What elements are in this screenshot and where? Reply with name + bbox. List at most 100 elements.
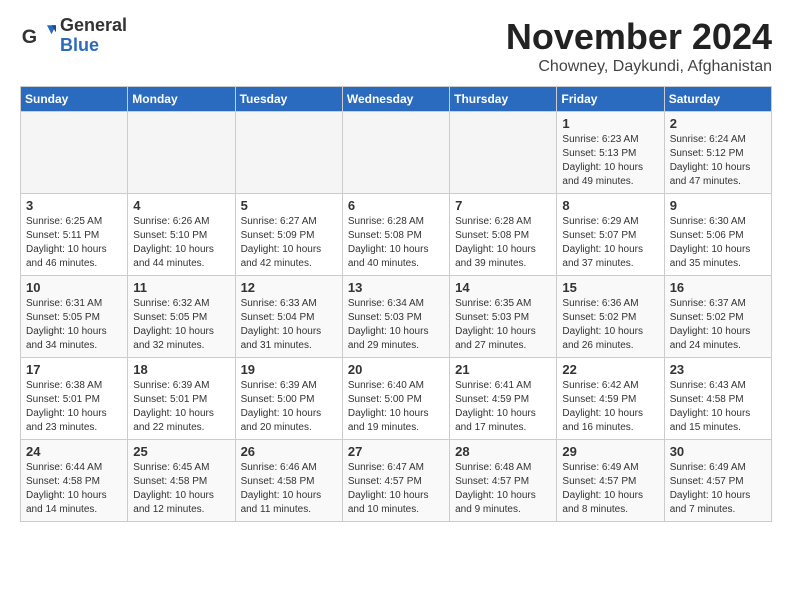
calendar-cell: 3Sunrise: 6:25 AMSunset: 5:11 PMDaylight… (21, 194, 128, 276)
day-info-line: Daylight: 10 hours (241, 325, 337, 339)
day-info: Sunrise: 6:28 AMSunset: 5:08 PMDaylight:… (455, 215, 551, 271)
day-info-line: Sunset: 5:07 PM (562, 229, 658, 243)
day-info-line: Sunrise: 6:32 AM (133, 297, 229, 311)
day-info-line: and 19 minutes. (348, 421, 444, 435)
day-info-line: Sunrise: 6:37 AM (670, 297, 766, 311)
calendar-cell: 24Sunrise: 6:44 AMSunset: 4:58 PMDayligh… (21, 440, 128, 522)
calendar-cell (21, 112, 128, 194)
day-number: 26 (241, 444, 337, 459)
day-number: 22 (562, 362, 658, 377)
day-info-line: Sunset: 5:13 PM (562, 147, 658, 161)
header: G General Blue November 2024 Chowney, Da… (20, 16, 772, 76)
day-info: Sunrise: 6:40 AMSunset: 5:00 PMDaylight:… (348, 379, 444, 435)
weekday-header-cell: Sunday (21, 87, 128, 112)
day-info-line: Daylight: 10 hours (562, 407, 658, 421)
day-info-line: Sunrise: 6:26 AM (133, 215, 229, 229)
day-info: Sunrise: 6:23 AMSunset: 5:13 PMDaylight:… (562, 133, 658, 189)
calendar-cell: 21Sunrise: 6:41 AMSunset: 4:59 PMDayligh… (450, 358, 557, 440)
title-area: November 2024 Chowney, Daykundi, Afghani… (506, 16, 772, 76)
calendar-cell: 23 Sunrise: 6:43 AMSunset: 4:58 PMDayligh… (664, 358, 771, 440)
day-info-line: Sunrise: 6:29 AM (562, 215, 658, 229)
day-info-line: Daylight: 10 hours (241, 489, 337, 503)
day-info: Sunrise: 6:47 AMSunset: 4:57 PMDaylight:… (348, 461, 444, 517)
day-info-line: and 31 minutes. (241, 339, 337, 353)
day-info-line: and 9 minutes. (455, 503, 551, 517)
day-info-line: Daylight: 10 hours (562, 489, 658, 503)
day-info-line: Daylight: 10 hours (562, 325, 658, 339)
day-info-line: Sunset: 5:08 PM (348, 229, 444, 243)
day-info: Sunrise: 6:34 AMSunset: 5:03 PMDaylight:… (348, 297, 444, 353)
day-info-line: Daylight: 10 hours (133, 243, 229, 257)
day-info: Sunrise: 6:27 AMSunset: 5:09 PMDaylight:… (241, 215, 337, 271)
day-info-line: Sunrise: 6:31 AM (26, 297, 122, 311)
calendar-cell: 14Sunrise: 6:35 AMSunset: 5:03 PMDayligh… (450, 276, 557, 358)
day-info: Sunrise: 6:41 AMSunset: 4:59 PMDaylight:… (455, 379, 551, 435)
day-info-line: Sunrise: 6:25 AM (26, 215, 122, 229)
calendar-cell: 13 Sunrise: 6:34 AMSunset: 5:03 PMDayligh… (342, 276, 449, 358)
day-info-line: Sunset: 5:00 PM (348, 393, 444, 407)
day-info-line: Sunset: 5:05 PM (26, 311, 122, 325)
day-info-line: Daylight: 10 hours (670, 161, 766, 175)
day-info-line: Sunrise: 6:39 AM (241, 379, 337, 393)
day-info-line: Sunrise: 6:36 AM (562, 297, 658, 311)
day-info: Sunrise: 6:44 AMSunset: 4:58 PMDaylight:… (26, 461, 122, 517)
calendar-cell: 4Sunrise: 6:26 AMSunset: 5:10 PMDaylight… (128, 194, 235, 276)
calendar-cell (450, 112, 557, 194)
day-info-line: Daylight: 10 hours (562, 243, 658, 257)
day-info-line: Sunset: 4:58 PM (26, 475, 122, 489)
day-info-line: Sunrise: 6:46 AM (241, 461, 337, 475)
calendar-week-row: 10Sunrise: 6:31 AMSunset: 5:05 PMDayligh… (21, 276, 772, 358)
day-info-line: Sunset: 4:58 PM (670, 393, 766, 407)
day-info-line: and 23 minutes. (26, 421, 122, 435)
day-info-line: and 27 minutes. (455, 339, 551, 353)
calendar-week-row: 24Sunrise: 6:44 AMSunset: 4:58 PMDayligh… (21, 440, 772, 522)
day-info-line: Sunset: 5:05 PM (133, 311, 229, 325)
day-info-line: and 40 minutes. (348, 257, 444, 271)
day-number: 8 (562, 198, 658, 213)
day-info-line: and 20 minutes. (241, 421, 337, 435)
day-info: Sunrise: 6:28 AMSunset: 5:08 PMDaylight:… (348, 215, 444, 271)
weekday-header-row: SundayMondayTuesdayWednesdayThursdayFrid… (21, 87, 772, 112)
day-info-line: Daylight: 10 hours (455, 243, 551, 257)
day-info: Sunrise: 6:29 AMSunset: 5:07 PMDaylight:… (562, 215, 658, 271)
calendar-cell (342, 112, 449, 194)
day-info-line: and 15 minutes. (670, 421, 766, 435)
logo: G General Blue (20, 16, 127, 56)
calendar-week-row: 17Sunrise: 6:38 AMSunset: 5:01 PMDayligh… (21, 358, 772, 440)
day-info: Sunrise: 6:30 AMSunset: 5:06 PMDaylight:… (670, 215, 766, 271)
day-info: Sunrise: 6:24 AMSunset: 5:12 PMDaylight:… (670, 133, 766, 189)
calendar-cell: 15Sunrise: 6:36 AMSunset: 5:02 PMDayligh… (557, 276, 664, 358)
day-info-line: Sunrise: 6:38 AM (26, 379, 122, 393)
day-info-line: Daylight: 10 hours (348, 489, 444, 503)
calendar-cell: 6Sunrise: 6:28 AMSunset: 5:08 PMDaylight… (342, 194, 449, 276)
calendar-cell: 2Sunrise: 6:24 AMSunset: 5:12 PMDaylight… (664, 112, 771, 194)
svg-text:G: G (22, 26, 37, 48)
day-info-line: Sunrise: 6:44 AM (26, 461, 122, 475)
logo-blue-text: Blue (60, 36, 127, 56)
weekday-header-cell: Saturday (664, 87, 771, 112)
day-number: 30 (670, 444, 766, 459)
day-info: Sunrise: 6:26 AMSunset: 5:10 PMDaylight:… (133, 215, 229, 271)
day-info: Sunrise: 6:49 AMSunset: 4:57 PMDaylight:… (670, 461, 766, 517)
day-info-line: and 32 minutes. (133, 339, 229, 353)
weekday-header-cell: Tuesday (235, 87, 342, 112)
day-info-line: and 29 minutes. (348, 339, 444, 353)
calendar-cell: 22Sunrise: 6:42 AMSunset: 4:59 PMDayligh… (557, 358, 664, 440)
day-info-line: and 17 minutes. (455, 421, 551, 435)
day-info-line: Daylight: 10 hours (241, 407, 337, 421)
day-info-line: and 42 minutes. (241, 257, 337, 271)
day-number: 19 (241, 362, 337, 377)
day-info: Sunrise: 6:43 AMSunset: 4:58 PMDaylight:… (670, 379, 766, 435)
day-number: 11 (133, 280, 229, 295)
day-info-line: Daylight: 10 hours (133, 489, 229, 503)
day-info-line: Sunset: 5:04 PM (241, 311, 337, 325)
day-info-line: Daylight: 10 hours (133, 407, 229, 421)
day-number: 13 (348, 280, 444, 295)
calendar-cell: 19Sunrise: 6:39 AMSunset: 5:00 PMDayligh… (235, 358, 342, 440)
day-number: 23 (670, 362, 766, 377)
day-info-line: and 39 minutes. (455, 257, 551, 271)
day-number: 7 (455, 198, 551, 213)
day-number: 27 (348, 444, 444, 459)
day-info-line: Daylight: 10 hours (348, 243, 444, 257)
day-info-line: and 49 minutes. (562, 175, 658, 189)
